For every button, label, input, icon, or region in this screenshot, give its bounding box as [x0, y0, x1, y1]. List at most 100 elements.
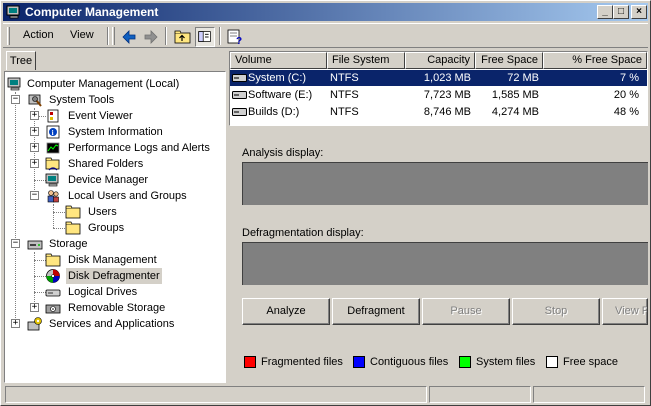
close-button[interactable]: × — [631, 5, 647, 19]
defragment-button[interactable]: Defragment — [332, 298, 420, 325]
shared-folder-icon — [45, 157, 60, 171]
toolbar-grip[interactable] — [7, 27, 10, 45]
legend-swatch — [244, 356, 256, 368]
defragmentation-display-label: Defragmentation display: — [242, 227, 364, 239]
volume-percent-free: 48 % — [613, 106, 639, 118]
column-header-volume[interactable]: Volume — [230, 52, 327, 69]
event-viewer-icon — [47, 109, 59, 123]
minimize-button[interactable]: _ — [597, 5, 613, 19]
hard-drive-icon — [232, 74, 247, 82]
collapse-icon[interactable]: − — [11, 95, 20, 104]
tree-item-system-tools[interactable]: − System Tools — [5, 92, 225, 108]
toolbar-grip-2[interactable] — [112, 27, 115, 45]
system-tools-icon — [28, 94, 42, 107]
tree-item-system-information[interactable]: + i System Information — [5, 124, 225, 140]
expand-icon[interactable]: + — [30, 303, 39, 312]
back-arrow-icon[interactable] — [119, 27, 139, 47]
volume-row[interactable]: Software (E:) NTFS 7,723 MB 1,585 MB 20 … — [230, 87, 647, 103]
tree-item-label: Groups — [88, 222, 125, 234]
analysis-display — [242, 162, 648, 205]
show-hide-tree-icon[interactable] — [195, 27, 215, 47]
maximize-icon: □ — [617, 6, 625, 17]
legend-label: Free space — [563, 356, 619, 368]
storage-icon — [27, 240, 43, 250]
tree-line — [53, 228, 65, 229]
tree-item-groups[interactable]: Groups — [5, 220, 225, 236]
column-header-capacity[interactable]: Capacity — [405, 52, 475, 69]
view-report-button[interactable]: View R — [602, 298, 648, 325]
volume-name: Software (E:) — [248, 89, 313, 101]
tree-item-label: Disk Defragmenter — [66, 268, 162, 284]
folder-icon — [65, 205, 81, 219]
tree-item-logical-drives[interactable]: Logical Drives — [5, 284, 225, 300]
legend-label: Contiguous files — [370, 356, 449, 368]
tree-item-root[interactable]: Computer Management (Local) — [5, 76, 225, 92]
volume-file-system: NTFS — [330, 106, 359, 118]
properties-help-icon[interactable]: ? — [225, 27, 245, 47]
legend-swatch — [459, 356, 471, 368]
legend-label: System files — [476, 356, 536, 368]
maximize-button[interactable]: □ — [613, 5, 629, 19]
analyze-button[interactable]: Analyze — [242, 298, 330, 325]
legend-swatch — [353, 356, 365, 368]
volume-row[interactable]: Builds (D:) NTFS 8,746 MB 4,274 MB 48 % — [230, 104, 647, 120]
tree-item-label: Device Manager — [68, 174, 149, 186]
tree-item-label: Removable Storage — [68, 302, 166, 314]
volume-list: Volume File System Capacity Free Space %… — [229, 51, 648, 126]
tree-item-label: System Information — [68, 126, 163, 138]
expand-icon[interactable]: + — [30, 111, 39, 120]
menu-action[interactable]: Action — [23, 29, 54, 41]
column-header-file-system[interactable]: File System — [327, 52, 405, 69]
users-groups-icon — [47, 190, 59, 203]
pause-button[interactable]: Pause — [422, 298, 510, 325]
hard-drive-icon — [232, 108, 247, 116]
logical-drives-icon — [45, 289, 61, 297]
collapse-icon[interactable]: − — [30, 191, 39, 200]
tree-item-performance-logs[interactable]: + Performance Logs and Alerts — [5, 140, 225, 156]
tree-item-label: Services and Applications — [49, 318, 175, 330]
tree-item-label: Logical Drives — [68, 286, 138, 298]
menu-toolbar: Action View ? — [3, 23, 648, 48]
analysis-display-label: Analysis display: — [242, 147, 324, 159]
menu-view[interactable]: View — [70, 29, 94, 41]
services-applications-icon — [27, 317, 42, 331]
expand-icon[interactable]: + — [11, 319, 20, 328]
up-folder-icon[interactable] — [173, 27, 193, 47]
tree-item-local-users-groups[interactable]: − Local Users and Groups — [5, 188, 225, 204]
expand-icon[interactable]: + — [30, 143, 39, 152]
tree-item-services-applications[interactable]: + Services and Applications — [5, 316, 225, 332]
tree-item-storage[interactable]: − Storage — [5, 236, 225, 252]
tree-item-disk-defragmenter[interactable]: Disk Defragmenter — [5, 268, 225, 284]
tree-item-event-viewer[interactable]: + Event Viewer — [5, 108, 225, 124]
volume-capacity: 7,723 MB — [423, 89, 471, 101]
collapse-icon[interactable]: − — [11, 239, 20, 248]
tree-item-removable-storage[interactable]: + Removable Storage — [5, 300, 225, 316]
window-title: Computer Management — [25, 5, 159, 19]
volume-free-space: 72 MB — [507, 72, 539, 84]
tree-item-users[interactable]: Users — [5, 204, 225, 220]
expand-icon[interactable]: + — [30, 159, 39, 168]
volume-percent-free: 20 % — [613, 89, 639, 101]
tree-item-label: Computer Management (Local) — [27, 78, 180, 90]
volume-name: System (C:) — [248, 72, 307, 84]
toolbar-separator — [107, 27, 109, 45]
volume-capacity: 1,023 MB — [423, 72, 471, 84]
expand-icon[interactable]: + — [30, 127, 39, 136]
legend-label: Fragmented files — [261, 356, 343, 368]
volume-row[interactable]: System (C:) NTFS 1,023 MB 72 MB 7 % — [230, 70, 647, 86]
tab-tree[interactable]: Tree — [6, 51, 36, 70]
volume-free-space: 4,274 MB — [491, 106, 539, 118]
folder-icon — [65, 221, 81, 235]
forward-arrow-icon[interactable] — [141, 27, 161, 47]
tree-item-label: System Tools — [49, 94, 115, 106]
folder-icon — [45, 253, 61, 267]
column-header-percent-free[interactable]: % Free Space — [543, 52, 647, 69]
column-header-free-space[interactable]: Free Space — [475, 52, 543, 69]
tree-item-shared-folders[interactable]: + Shared Folders — [5, 156, 225, 172]
tree-item-disk-management[interactable]: Disk Management — [5, 252, 225, 268]
title-bar[interactable]: Computer Management _ □ × — [3, 3, 648, 21]
status-bar — [3, 385, 648, 404]
stop-button[interactable]: Stop — [512, 298, 600, 325]
tree-item-device-manager[interactable]: Device Manager — [5, 172, 225, 188]
legend-swatch — [546, 356, 558, 368]
